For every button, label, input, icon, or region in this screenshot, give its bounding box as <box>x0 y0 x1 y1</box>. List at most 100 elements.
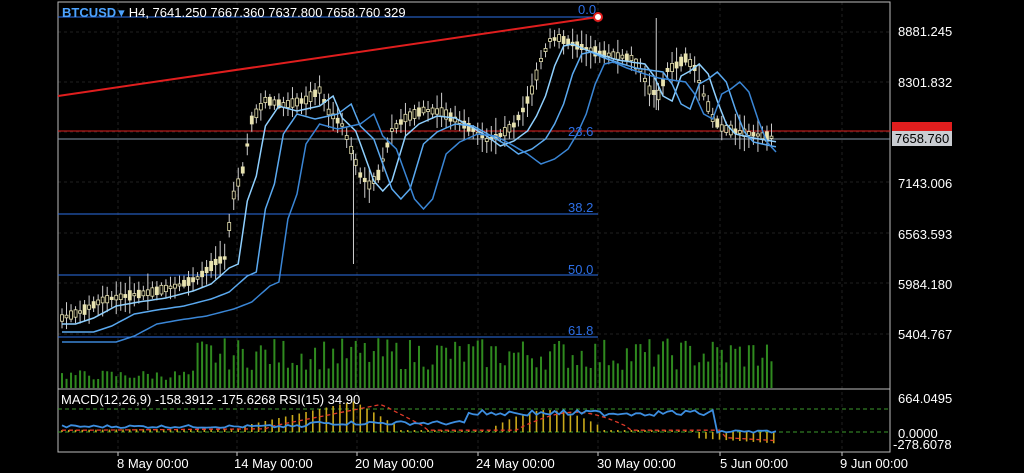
volume-bar-296 <box>729 345 732 388</box>
macd-hist-249 <box>623 430 626 432</box>
candle-body-2 <box>64 314 69 319</box>
volume-bar-276 <box>684 340 687 388</box>
volume-bar-110 <box>309 359 312 388</box>
volume-bar-288 <box>711 341 714 388</box>
macd-hist-204 <box>522 414 524 432</box>
volume-bar-114 <box>318 369 321 388</box>
volume-bar-286 <box>707 361 710 388</box>
candle-body-136 <box>367 180 372 190</box>
fib-level-50-0[interactable]: 50.0 <box>568 262 593 277</box>
macd-hist-15 <box>95 429 97 432</box>
candle-body-20 <box>105 295 110 304</box>
macd-tick-bottom: -278.6078 <box>893 437 952 452</box>
volume-bar-64 <box>205 344 208 388</box>
candle-body-88 <box>258 102 263 111</box>
volume-bar-74 <box>228 369 231 388</box>
candle-body-26 <box>118 293 123 301</box>
candle-body-94 <box>272 99 277 106</box>
fib-level-61-8[interactable]: 61.8 <box>568 323 593 338</box>
candle-body-34 <box>136 289 141 299</box>
candle-body-56 <box>186 277 191 286</box>
volume-bar-70 <box>219 353 222 388</box>
volume-bar-86 <box>255 351 258 388</box>
candle-body-252 <box>629 54 634 62</box>
volume-bar-46 <box>164 379 167 388</box>
volume-bar-118 <box>327 368 330 388</box>
main-pane-frame <box>57 1 891 390</box>
macd-hist-33 <box>135 429 138 432</box>
candle-body-28 <box>123 294 128 298</box>
candle-body-14 <box>91 301 96 309</box>
volume-bar-270 <box>671 355 674 388</box>
volume-bar-214 <box>544 369 547 388</box>
volume-bar-20 <box>106 371 109 388</box>
macd-hist-297 <box>732 432 734 441</box>
volume-bar-282 <box>698 362 701 388</box>
trading-chart-window[interactable]: BTCUSD ▾ H4, 7641.250 7667.360 7637.800 76… <box>0 0 1024 473</box>
candle-body-300 <box>737 130 742 134</box>
volume-bar-120 <box>332 348 335 388</box>
candle-body-32 <box>132 293 137 297</box>
volume-bar-310 <box>761 357 764 388</box>
volume-bar-192 <box>494 346 497 388</box>
volume-bar-52 <box>178 375 181 388</box>
volume-bar-112 <box>314 347 317 388</box>
volume-bar-10 <box>83 371 86 388</box>
volume-bar-116 <box>323 341 326 388</box>
volume-bar-314 <box>770 361 773 388</box>
macd-hist-243 <box>610 430 612 432</box>
candle-body-290 <box>715 118 720 128</box>
candle-body-78 <box>236 178 241 187</box>
candle-body-210 <box>534 69 539 81</box>
macd-hist-234 <box>589 421 592 432</box>
candle-body-72 <box>222 256 227 260</box>
volume-bar-208 <box>530 358 533 388</box>
candle-body-60 <box>195 276 200 280</box>
volume-bar-280 <box>693 365 696 388</box>
candle-body-58 <box>191 277 195 283</box>
volume-bar-228 <box>576 365 579 388</box>
candle-body-124 <box>340 123 345 127</box>
volume-bar-106 <box>300 353 303 388</box>
candle-body-260 <box>647 85 652 95</box>
volume-bar-18 <box>101 370 104 388</box>
candle-body-44 <box>159 284 164 295</box>
candle-body-274 <box>679 56 684 67</box>
volume-bar-54 <box>183 371 186 388</box>
volume-bar-136 <box>368 361 371 388</box>
volume-bar-304 <box>747 345 750 388</box>
symbol-dropdown-icon[interactable]: ▾ <box>118 5 125 20</box>
fib-level-38-2[interactable]: 38.2 <box>568 200 593 215</box>
volume-bar-6 <box>74 375 77 388</box>
candle-body-22 <box>109 296 114 300</box>
candle-body-114 <box>317 86 322 94</box>
volume-bar-38 <box>146 373 149 388</box>
volume-bar-260 <box>648 339 651 388</box>
volume-bar-16 <box>97 378 100 388</box>
volume-bar-186 <box>481 339 484 388</box>
macd-hist-114 <box>318 409 321 432</box>
candle-body-208 <box>530 85 534 95</box>
candle-body-222 <box>561 36 566 44</box>
volume-bar-206 <box>526 355 529 388</box>
macd-hist-135 <box>366 408 368 432</box>
candle-body-270 <box>670 63 674 72</box>
candle-body-80 <box>240 166 245 174</box>
candle-body-0 <box>60 314 64 322</box>
macd-hist-228 <box>576 415 578 432</box>
candle-body-194 <box>498 133 503 137</box>
fib-level-23-6[interactable]: 23.6 <box>568 124 593 139</box>
fib-level-0[interactable]: 0.0 <box>578 2 596 17</box>
volume-bar-2 <box>65 378 68 388</box>
candle-body-12 <box>87 304 92 310</box>
candle-body-162 <box>426 109 430 112</box>
symbol-label[interactable]: BTCUSD <box>62 5 116 20</box>
volume-bar-262 <box>652 366 655 388</box>
candle-body-130 <box>353 159 358 166</box>
volume-bar-306 <box>752 345 755 388</box>
price-tick-2: 8301.832 <box>898 75 953 90</box>
candle-body-64 <box>204 266 209 274</box>
volume-bar-94 <box>273 339 276 388</box>
volume-bar-160 <box>422 366 425 388</box>
candle-body-92 <box>267 96 272 106</box>
